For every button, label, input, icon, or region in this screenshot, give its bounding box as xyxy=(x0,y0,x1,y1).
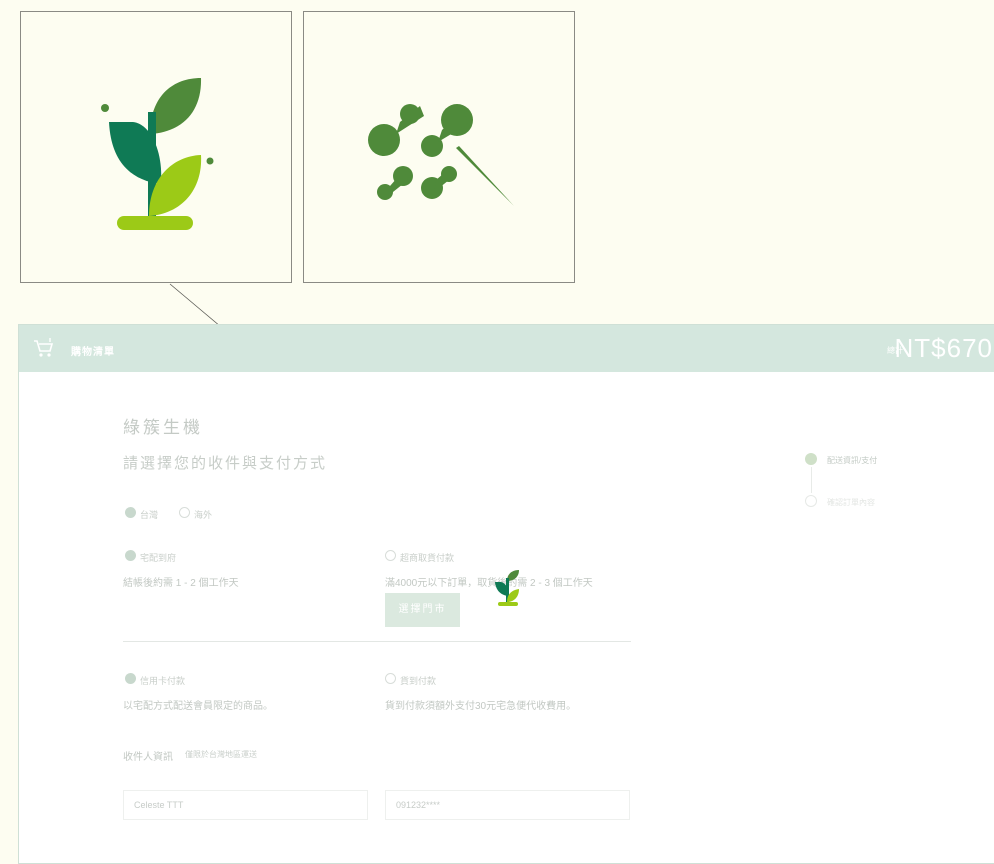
step-label-shipping: 配送資訊/支付 xyxy=(827,456,878,465)
sprout-icon xyxy=(101,78,214,230)
region-radio-overseas[interactable] xyxy=(179,507,190,518)
select-store-button[interactable]: 選擇門市 xyxy=(385,593,460,627)
app-header: 購物清單 總計 NT$670 xyxy=(19,325,994,372)
shipping-label-store: 超商取貨付款 xyxy=(400,553,455,563)
shipping-desc-home: 結帳後約需 1 - 2 個工作天 xyxy=(123,578,239,589)
step-label-confirm: 確認訂單內容 xyxy=(827,498,875,507)
page-subtitle: 請選擇您的收件與支付方式 xyxy=(123,455,328,472)
shipping-radio-store[interactable] xyxy=(385,550,396,561)
payment-desc-cod: 貨到付款須額外支付30元宅急便代收費用。 xyxy=(385,701,577,712)
payment-radio-credit[interactable] xyxy=(125,673,136,684)
total-amount: NT$670 xyxy=(894,333,993,363)
cart-icon[interactable] xyxy=(33,338,55,358)
region-label-taiwan: 台灣 xyxy=(140,510,159,520)
shipping-label-home: 宅配到府 xyxy=(140,553,177,563)
sprout-cursor-icon xyxy=(495,570,519,606)
page-title: 綠簇生機 xyxy=(123,418,203,438)
step-connector xyxy=(811,467,812,493)
sparkle-wand-icon xyxy=(368,104,514,206)
payment-desc-credit: 以宅配方式配送會員限定的商品。 xyxy=(123,701,273,712)
step-dot-active xyxy=(805,453,817,465)
header-title: 購物清單 xyxy=(71,347,115,358)
shipping-desc-store: 滿4000元以下訂單，取貨後約需 2 - 3 個工作天 xyxy=(385,578,593,589)
step-dot-inactive xyxy=(805,495,817,507)
payment-radio-cod[interactable] xyxy=(385,673,396,684)
checkout-window: 購物清單 總計 NT$670 綠簇生機 請選擇您的收件與支付方式 台灣 海外 宅… xyxy=(18,324,994,864)
section-divider xyxy=(123,641,631,642)
recipient-label: 收件人資訊 xyxy=(123,752,173,763)
zoom-panel-sparkle xyxy=(303,11,575,283)
shipping-radio-home[interactable] xyxy=(125,550,136,561)
recipient-note: 僅限於台灣地區運送 xyxy=(185,750,257,759)
recipient-phone-input[interactable]: 091232**** xyxy=(385,790,630,820)
zoom-panel-sprout xyxy=(20,11,292,283)
region-label-overseas: 海外 xyxy=(194,510,213,520)
payment-label-cod: 貨到付款 xyxy=(400,676,437,686)
recipient-name-input[interactable]: Celeste TTT xyxy=(123,790,368,820)
payment-label-credit: 信用卡付款 xyxy=(140,676,186,686)
region-radio-taiwan[interactable] xyxy=(125,507,136,518)
